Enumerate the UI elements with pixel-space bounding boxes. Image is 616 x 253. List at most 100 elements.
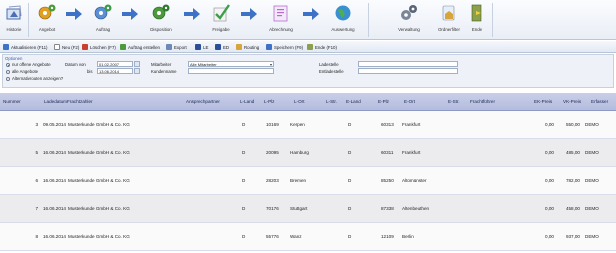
ribbon-button-angebot[interactable]: Angebot: [32, 2, 62, 38]
printer-icon: [195, 44, 201, 50]
ribbon-separator: [28, 3, 29, 37]
filter-panel: Optionen nur offene Angebote alle Angebo…: [2, 54, 614, 88]
toolbar-end-button[interactable]: Ende (F10): [307, 43, 337, 51]
column-header-e-str[interactable]: E-Str.: [448, 99, 460, 104]
cell-vk: 458,00: [565, 206, 580, 211]
ribbon-button-verwaltung[interactable]: Verwaltung: [392, 2, 426, 38]
ribbon-button-freigabe[interactable]: Freigabe: [206, 2, 236, 38]
cell-l-land: D: [242, 122, 246, 127]
cell-e-plz: 60313: [381, 122, 394, 127]
toolbar-save-button[interactable]: Speichern (F9): [266, 43, 303, 51]
cell-e-ort: Frankfurt: [402, 150, 421, 155]
cell-l-ort: Stuttgart: [290, 206, 308, 211]
calendar-icon[interactable]: [134, 68, 140, 74]
history-icon: [3, 2, 25, 24]
toolbar-new-button[interactable]: Neu (F2): [54, 43, 79, 51]
grid-header: Nummer Ladedatum Frachtzahler Ansprechpa…: [0, 93, 616, 111]
radio-all-offers[interactable]: [6, 70, 10, 74]
calendar-icon[interactable]: [134, 61, 140, 67]
cell-ek: 0,00: [545, 178, 554, 183]
unloading-place-label: Entladestelle: [319, 69, 344, 74]
loading-place-field[interactable]: [358, 61, 458, 67]
radio-alternative-routes[interactable]: [6, 77, 10, 81]
table-row[interactable]: 7 16.06.2014 Musterkunde GmbH & Co. KG D 701…: [0, 195, 616, 223]
table-row[interactable]: 5 16.06.2014 Musterkunde GmbH & Co. KG D 200…: [0, 139, 616, 167]
cell-e-ort: Altomünster: [402, 178, 427, 183]
ribbon-button-ordnerfilter[interactable]: Ordnerfilter: [435, 2, 463, 38]
column-header-e-land[interactable]: E-Land: [346, 99, 361, 104]
table-row[interactable]: 8 16.06.2014 Musterkunde GmbH & Co. KG D 557…: [0, 223, 616, 251]
filter-heading: Optionen: [5, 56, 23, 61]
toolbar-routing-button[interactable]: Routing: [236, 43, 259, 51]
evaluation-globe-icon: [332, 2, 354, 24]
customer-name-field[interactable]: [188, 68, 274, 74]
cell-l-land: D: [242, 234, 246, 239]
column-header-frachtzahler[interactable]: Frachtzahler: [67, 99, 93, 104]
column-header-erfasser[interactable]: Erfasser: [591, 99, 608, 104]
employee-select[interactable]: Alle Mitarbeiter: [188, 61, 274, 67]
cell-ladedatum: 16.06.2014: [43, 150, 66, 155]
workflow-arrow-icon: [184, 8, 200, 20]
cell-l-ort: Bremen: [290, 178, 307, 183]
toolbar-create-order-button[interactable]: Auftrag erstellen: [120, 43, 160, 51]
printer-icon: [215, 44, 221, 50]
disposition-gears-icon: [150, 2, 172, 24]
column-header-l-ort[interactable]: L-Ort: [294, 99, 304, 104]
cell-nummer: 3: [35, 122, 38, 127]
ribbon-button-auswertung[interactable]: Auswertung: [326, 2, 360, 38]
date-from-label: Datum von: [65, 62, 86, 67]
cell-frachtzahler: Musterkunde GmbH & Co. KG: [68, 122, 130, 127]
workflow-arrow-icon: [122, 8, 138, 20]
column-header-vk-preis[interactable]: VK-Preis: [563, 99, 581, 104]
create-order-icon: [120, 44, 126, 50]
ribbon: Historie Angebot Auftrag Disposition Fre…: [0, 0, 616, 40]
toolbar-ed-button[interactable]: ED: [215, 43, 229, 51]
column-header-frachtfuehrer[interactable]: Frachtführer: [470, 99, 495, 104]
cell-vk: 782,00: [565, 178, 580, 183]
ribbon-button-historie[interactable]: Historie: [3, 2, 25, 38]
date-to-field[interactable]: 13.06.2014: [97, 68, 133, 74]
radio-alternative-routes-label: Alternativrouten anzeigen?: [12, 76, 64, 81]
cell-ek: 0,00: [545, 150, 554, 155]
unloading-place-field[interactable]: [358, 68, 458, 74]
new-document-icon: [54, 44, 60, 50]
column-header-l-str[interactable]: L-Str.: [326, 99, 337, 104]
column-header-e-ort[interactable]: E-Ort: [404, 99, 415, 104]
loading-place-label: Ladestelle: [319, 62, 339, 67]
column-header-l-land[interactable]: L-Land: [240, 99, 254, 104]
administration-gears-icon: [398, 2, 420, 24]
cell-ek: 0,00: [545, 234, 554, 239]
ribbon-button-auftrag[interactable]: Auftrag: [88, 2, 118, 38]
toolbar-delete-button[interactable]: Löschen (F7): [82, 43, 116, 51]
column-header-ansprechpartner[interactable]: Ansprechpartner: [186, 99, 220, 104]
cell-ladedatum: 16.06.2014: [43, 234, 66, 239]
workflow-arrow-icon: [303, 8, 319, 20]
column-header-l-plz[interactable]: L-Plz: [264, 99, 274, 104]
toolbar-refresh-button[interactable]: Aktualisieren (F11): [3, 43, 48, 51]
ribbon-button-abrechnung[interactable]: Abrechnung: [264, 2, 298, 38]
cell-e-plz: 60311: [381, 150, 394, 155]
toolbar-le-button[interactable]: LE: [195, 43, 208, 51]
table-row[interactable]: 6 16.06.2014 Musterkunde GmbH & Co. KG D 282…: [0, 167, 616, 195]
cell-erfasser: DEMO: [585, 234, 599, 239]
toolbar-export-button[interactable]: Export: [166, 43, 187, 51]
table-row[interactable]: 3 09.05.2014 Musterkunde GmbH & Co. KG D 101…: [0, 111, 616, 139]
cell-nummer: 7: [35, 206, 38, 211]
ribbon-button-ende[interactable]: Ende: [466, 2, 488, 38]
date-to-label: bis: [87, 69, 93, 74]
ribbon-button-disposition[interactable]: Disposition: [144, 2, 178, 38]
cell-frachtzahler: Musterkunde GmbH & Co. KG: [68, 150, 130, 155]
chevron-down-icon[interactable]: ▾: [268, 61, 274, 67]
cell-l-plz: 70176: [266, 206, 279, 211]
column-header-e-plz[interactable]: E-Plz: [378, 99, 389, 104]
radio-open-offers[interactable]: [6, 63, 10, 67]
cell-l-plz: 55776: [266, 234, 279, 239]
cell-erfasser: DEMO: [585, 150, 599, 155]
radio-open-offers-label: nur offene Angebote: [12, 62, 51, 67]
date-from-field[interactable]: 01.02.2007: [97, 61, 133, 67]
cell-l-land: D: [242, 150, 246, 155]
column-header-ladedatum[interactable]: Ladedatum: [44, 99, 67, 104]
column-header-nummer[interactable]: Nummer: [3, 99, 21, 104]
cell-erfasser: DEMO: [585, 206, 599, 211]
column-header-ek-preis[interactable]: EK-Preis: [534, 99, 552, 104]
